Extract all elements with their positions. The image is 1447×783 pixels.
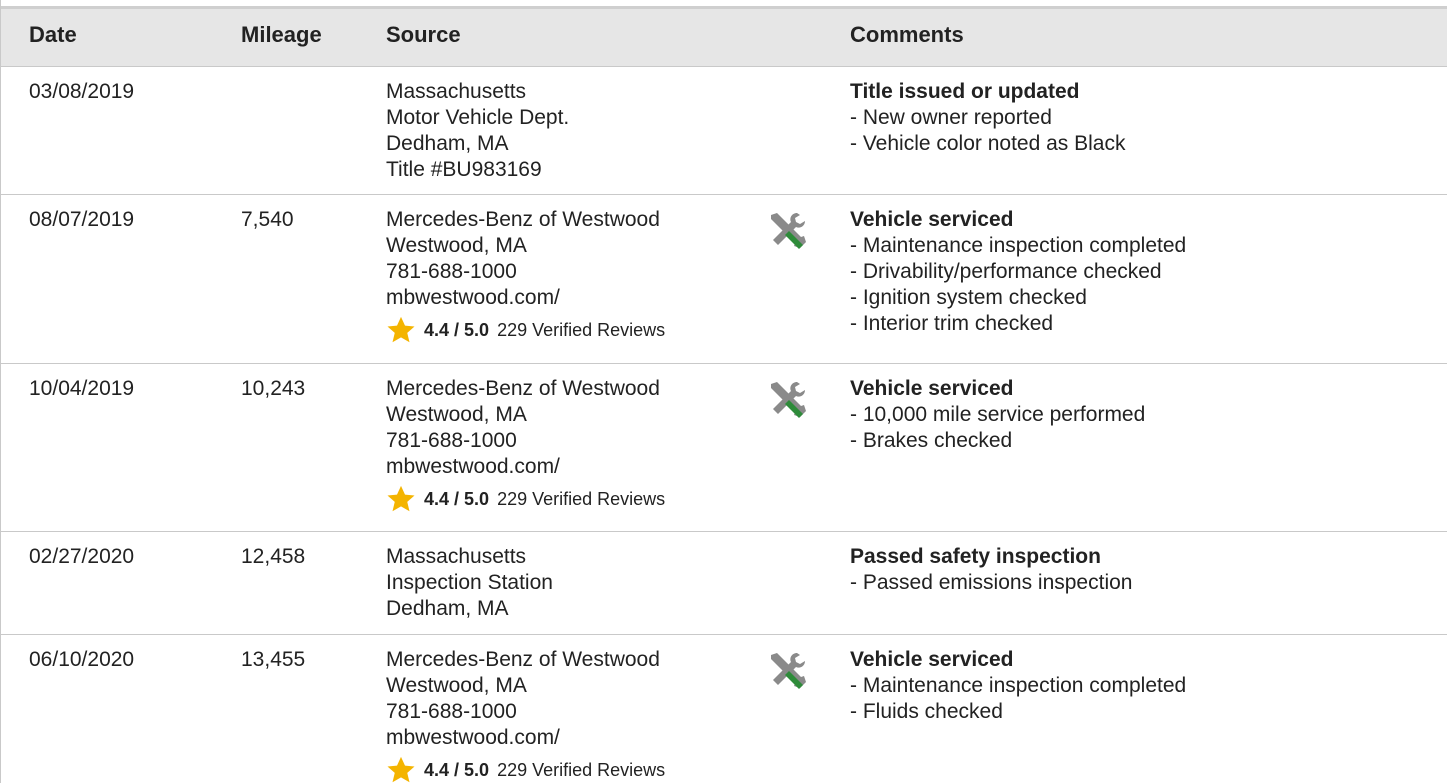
header-comments: Comments <box>850 22 964 47</box>
comment-title: Title issued or updated <box>850 80 1080 103</box>
row-date: 10/04/2019 <box>29 377 135 400</box>
source-line: Mercedes-Benz of Westwood <box>386 377 660 400</box>
row-source: Massachusetts Motor Vehicle Dept. Dedham… <box>386 79 569 183</box>
comment-item: - 10,000 mile service performed <box>850 403 1146 426</box>
row-date: 02/27/2020 <box>29 545 135 568</box>
table-header: Date Mileage Source Comments <box>1 6 1447 67</box>
row-source: Mercedes-Benz of Westwood Westwood, MA 7… <box>386 376 665 514</box>
header-date: Date <box>29 22 77 47</box>
source-line: Dedham, MA <box>386 597 509 620</box>
source-line: Dedham, MA <box>386 132 509 155</box>
header-source: Source <box>386 22 461 47</box>
source-line: Westwood, MA <box>386 234 527 257</box>
comment-item: - Maintenance inspection completed <box>850 674 1187 697</box>
star-icon <box>387 316 415 343</box>
source-line: 781-688-1000 <box>386 260 517 283</box>
rating-reviews: 229 Verified Reviews <box>497 760 666 780</box>
row-mileage: 7,540 <box>241 208 294 231</box>
row-date: 03/08/2019 <box>29 80 135 103</box>
row-source: Mercedes-Benz of Westwood Westwood, MA 7… <box>386 647 665 783</box>
source-line: Motor Vehicle Dept. <box>386 106 570 129</box>
dealer-rating[interactable]: 4.4 / 5.0 229 Verified Reviews <box>386 484 665 514</box>
comment-item: - New owner reported <box>850 106 1052 129</box>
row-mileage: 13,455 <box>241 648 306 671</box>
dealer-website-link[interactable]: mbwestwood.com/ <box>386 725 665 751</box>
table-row: 06/10/2020 13,455 Mercedes-Benz of Westw… <box>1 635 1447 783</box>
comment-title: Vehicle serviced <box>850 208 1014 231</box>
source-line: Title #BU983169 <box>386 158 542 181</box>
source-line: 781-688-1000 <box>386 429 517 452</box>
dealer-website-link[interactable]: mbwestwood.com/ <box>386 285 665 311</box>
table-row: 03/08/2019 Massachusetts Motor Vehicle D… <box>1 67 1447 195</box>
row-mileage: 10,243 <box>241 377 306 400</box>
source-line: Mercedes-Benz of Westwood <box>386 208 660 231</box>
row-comments: Vehicle serviced - Maintenance inspectio… <box>850 647 1186 725</box>
row-date: 08/07/2019 <box>29 208 135 231</box>
row-mileage: 12,458 <box>241 545 306 568</box>
service-wrench-icon <box>771 213 806 249</box>
comment-item: - Fluids checked <box>850 700 1003 723</box>
comment-title: Vehicle serviced <box>850 377 1014 400</box>
rating-score: 4.4 / 5.0 <box>424 760 490 780</box>
comment-item: - Maintenance inspection completed <box>850 234 1187 257</box>
row-comments: Title issued or updated - New owner repo… <box>850 79 1125 157</box>
top-edge <box>1 0 1447 5</box>
source-line: Westwood, MA <box>386 674 527 697</box>
table-row: 08/07/2019 7,540 Mercedes-Benz of Westwo… <box>1 195 1447 364</box>
dealer-rating[interactable]: 4.4 / 5.0 229 Verified Reviews <box>386 315 665 345</box>
rating-score: 4.4 / 5.0 <box>424 489 490 509</box>
service-wrench-icon <box>771 382 806 418</box>
source-line: Massachusetts <box>386 545 527 568</box>
table-row: 02/27/2020 12,458 Massachusetts Inspecti… <box>1 532 1447 635</box>
comment-item: - Passed emissions inspection <box>850 571 1133 594</box>
source-line: Inspection Station <box>386 571 553 594</box>
comment-title: Passed safety inspection <box>850 545 1101 568</box>
rating-reviews: 229 Verified Reviews <box>497 320 666 340</box>
rating-reviews: 229 Verified Reviews <box>497 489 666 509</box>
rating-score: 4.4 / 5.0 <box>424 320 490 340</box>
row-comments: Vehicle serviced - Maintenance inspectio… <box>850 207 1186 337</box>
row-source: Mercedes-Benz of Westwood Westwood, MA 7… <box>386 207 665 345</box>
row-comments: Passed safety inspection - Passed emissi… <box>850 544 1132 596</box>
source-line: Massachusetts <box>386 80 527 103</box>
table-row: 10/04/2019 10,243 Mercedes-Benz of Westw… <box>1 364 1447 532</box>
vehicle-history-table: Date Mileage Source Comments 03/08/2019 … <box>0 0 1447 783</box>
comment-item: - Ignition system checked <box>850 286 1087 309</box>
comment-title: Vehicle serviced <box>850 648 1014 671</box>
comment-item: - Interior trim checked <box>850 312 1054 335</box>
source-line: Mercedes-Benz of Westwood <box>386 648 660 671</box>
source-line: Westwood, MA <box>386 403 527 426</box>
dealer-rating[interactable]: 4.4 / 5.0 229 Verified Reviews <box>386 755 665 783</box>
source-line: 781-688-1000 <box>386 700 517 723</box>
row-comments: Vehicle serviced - 10,000 mile service p… <box>850 376 1145 454</box>
star-icon <box>387 485 415 512</box>
comment-item: - Drivability/performance checked <box>850 260 1162 283</box>
service-wrench-icon <box>771 653 806 689</box>
comment-item: - Brakes checked <box>850 429 1013 452</box>
comment-item: - Vehicle color noted as Black <box>850 132 1126 155</box>
star-icon <box>387 756 415 783</box>
dealer-website-link[interactable]: mbwestwood.com/ <box>386 454 665 480</box>
header-mileage: Mileage <box>241 22 322 47</box>
row-date: 06/10/2020 <box>29 648 135 671</box>
row-source: Massachusetts Inspection Station Dedham,… <box>386 544 553 622</box>
